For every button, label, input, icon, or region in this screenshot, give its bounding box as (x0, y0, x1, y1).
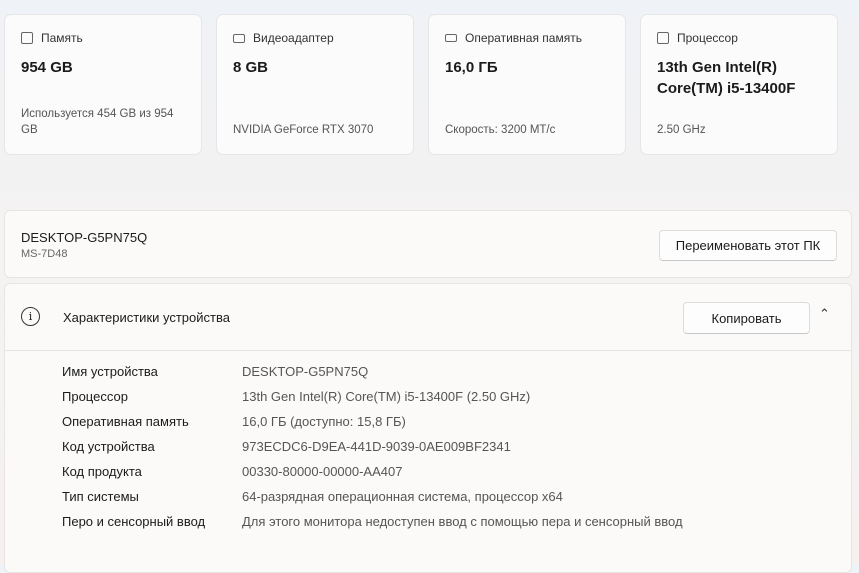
spec-label: Код продукта (62, 464, 142, 479)
cpu-icon (657, 32, 669, 44)
card-value: 16,0 ГБ (445, 59, 498, 76)
spec-value: 13th Gen Intel(R) Core(TM) i5-13400F (2.… (242, 389, 531, 404)
card-title: Память (41, 31, 83, 45)
spec-row: Код устройства 973ECDC6-D9EA-441D-9039-0A… (62, 434, 683, 459)
card-value: 954 GB (21, 59, 73, 76)
pc-name-section: DESKTOP-G5PN75Q MS-7D48 Переименовать эт… (4, 210, 852, 278)
spec-value: 16,0 ГБ (доступно: 15,8 ГБ) (242, 414, 406, 429)
card-value: 13th Gen Intel(R) Core(TM) i5-13400F (657, 59, 796, 97)
spec-row: Процессор 13th Gen Intel(R) Core(TM) i5-1… (62, 384, 683, 409)
storage-card[interactable]: Память 954 GB Используется 454 GB из 954… (4, 14, 202, 155)
card-subtitle: Скорость: 3200 МТ/с (445, 124, 556, 136)
spec-row: Код продукта 00330-80000-00000-AA407 (62, 459, 683, 484)
spec-row: Имя устройства DESKTOP-G5PN75Q (62, 359, 683, 384)
device-specs-section: i Характеристики устройства Копировать ⌃… (4, 283, 852, 573)
ram-card[interactable]: Оперативная память 16,0 ГБ Скорость: 320… (428, 14, 626, 155)
spec-row: Перо и сенсорный ввод Для этого монитора … (62, 509, 683, 534)
chevron-up-icon[interactable]: ⌃ (819, 306, 830, 322)
gpu-card[interactable]: Видеоадаптер 8 GB NVIDIA GeForce RTX 307… (216, 14, 414, 155)
spec-value: 00330-80000-00000-AA407 (242, 464, 403, 479)
spec-value: 973ECDC6-D9EA-441D-9039-0AE009BF2341 (242, 439, 511, 454)
device-specs-title: Характеристики устройства (63, 310, 230, 325)
spec-label: Процессор (62, 389, 128, 404)
spec-row: Тип системы 64-разрядная операционная сис… (62, 484, 683, 509)
spec-value: Для этого монитора недоступен ввод с пом… (242, 514, 683, 529)
device-specs-header[interactable]: i Характеристики устройства Копировать ⌃ (5, 284, 851, 351)
pc-name: DESKTOP-G5PN75Q (21, 230, 148, 245)
specs-list: Имя устройства DESKTOP-G5PN75Q Процессор 1… (62, 359, 683, 534)
spec-label: Имя устройства (62, 364, 158, 379)
card-value: 8 GB (233, 59, 269, 76)
spec-value: 64-разрядная операционная система, проце… (242, 489, 563, 504)
card-title: Оперативная память (465, 31, 582, 45)
card-title: Видеоадаптер (253, 31, 334, 45)
card-title: Процессор (677, 31, 738, 45)
card-subtitle: NVIDIA GeForce RTX 3070 (233, 124, 374, 136)
pc-model: MS-7D48 (21, 248, 68, 260)
spec-value: DESKTOP-G5PN75Q (242, 364, 369, 379)
cpu-card[interactable]: Процессор 13th Gen Intel(R) Core(TM) i5-… (640, 14, 838, 155)
info-icon: i (21, 307, 40, 326)
spec-label: Перо и сенсорный ввод (62, 514, 206, 529)
ram-icon (445, 34, 457, 42)
rename-pc-button[interactable]: Переименовать этот ПК (659, 230, 837, 261)
card-subtitle: 2.50 GHz (657, 124, 706, 136)
gpu-icon (233, 33, 245, 43)
spec-row: Оперативная память 16,0 ГБ (доступно: 15,… (62, 409, 683, 434)
spec-label: Тип системы (62, 489, 139, 504)
hard-drive-icon (21, 32, 33, 44)
spec-label: Оперативная память (62, 414, 189, 429)
spec-label: Код устройства (62, 439, 155, 454)
card-subtitle: Используется 454 GB из 954 GB (21, 108, 174, 136)
copy-button[interactable]: Копировать (683, 302, 810, 334)
